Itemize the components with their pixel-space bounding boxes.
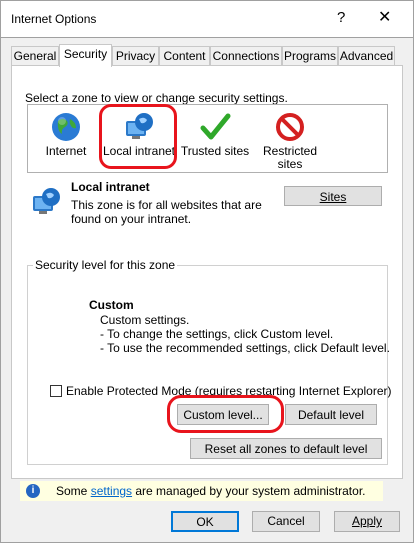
selected-zone-icon bbox=[30, 186, 62, 221]
zone-restricted-sites[interactable]: Restricted sites bbox=[256, 111, 324, 171]
info-icon: i bbox=[26, 484, 40, 498]
sites-button[interactable]: Sites bbox=[284, 186, 382, 206]
apply-button[interactable]: Apply bbox=[334, 511, 400, 532]
level-line: - To change the settings, click Custom l… bbox=[100, 327, 334, 341]
selected-zone-description: This zone is for all websites that are f… bbox=[71, 198, 262, 226]
security-level-label: Security level for this zone bbox=[33, 258, 178, 272]
zone-list: Internet Local intranet Trusted sites Re… bbox=[27, 104, 388, 173]
security-level-group bbox=[27, 265, 388, 465]
info-text: Some settings are managed by your system… bbox=[56, 484, 365, 498]
reset-all-zones-button[interactable]: Reset all zones to default level bbox=[190, 438, 382, 459]
help-button[interactable]: ? bbox=[337, 9, 345, 26]
highlight-circle-zone bbox=[99, 104, 177, 169]
zone-internet[interactable]: Internet bbox=[38, 111, 94, 158]
tab-content[interactable]: Content bbox=[159, 46, 210, 65]
default-level-button[interactable]: Default level bbox=[285, 404, 377, 425]
selected-zone-name: Local intranet bbox=[71, 180, 150, 194]
zone-trusted-sites[interactable]: Trusted sites bbox=[180, 111, 250, 158]
level-description: Custom settings. - To change the setting… bbox=[100, 313, 390, 355]
cancel-button[interactable]: Cancel bbox=[252, 511, 320, 532]
level-name: Custom bbox=[89, 298, 134, 312]
restricted-icon bbox=[274, 111, 306, 143]
close-button[interactable]: ✕ bbox=[378, 7, 391, 27]
window-title: Internet Options bbox=[11, 12, 97, 26]
zone-label-internet: Internet bbox=[45, 144, 87, 158]
tab-general[interactable]: General bbox=[11, 46, 59, 65]
settings-link[interactable]: settings bbox=[91, 484, 132, 498]
zone-prompt: Select a zone to view or change security… bbox=[25, 91, 288, 105]
level-line: - To use the recommended settings, click… bbox=[100, 341, 390, 355]
zone-label-trusted-sites: Trusted sites bbox=[180, 144, 250, 158]
tab-privacy[interactable]: Privacy bbox=[112, 46, 159, 65]
sites-button-label: Sites bbox=[319, 190, 347, 204]
tab-security[interactable]: Security bbox=[59, 44, 112, 67]
zone-label-restricted-sites: Restricted sites bbox=[262, 144, 318, 171]
globe-icon bbox=[50, 111, 82, 143]
protected-mode-checkbox[interactable] bbox=[50, 385, 62, 397]
tab-connections[interactable]: Connections bbox=[210, 46, 282, 65]
level-line: Custom settings. bbox=[100, 313, 190, 327]
apply-button-label: Apply bbox=[351, 514, 383, 528]
ok-button[interactable]: OK bbox=[171, 511, 239, 532]
info-prefix: Some bbox=[56, 484, 91, 498]
highlight-circle-custom-level bbox=[167, 395, 284, 433]
tab-advanced[interactable]: Advanced bbox=[338, 46, 395, 65]
checkmark-icon bbox=[199, 111, 231, 143]
info-suffix: are managed by your system administrator… bbox=[132, 484, 366, 498]
tab-programs[interactable]: Programs bbox=[282, 46, 338, 65]
